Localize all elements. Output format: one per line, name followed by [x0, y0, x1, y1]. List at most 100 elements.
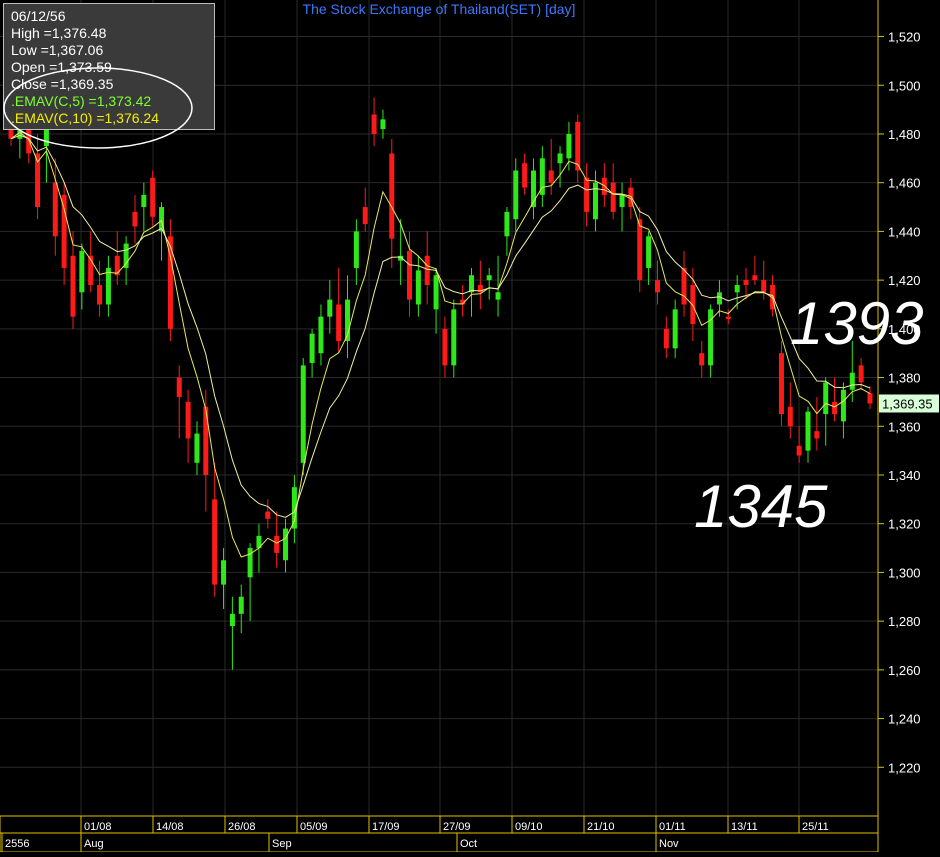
- candle-body: [566, 133, 572, 159]
- candle-body: [203, 406, 209, 475]
- x-tick-label: 01/11: [659, 821, 686, 833]
- candle-body: [858, 365, 864, 383]
- candle-body: [132, 211, 138, 227]
- candle-body: [663, 328, 669, 349]
- candle-body: [814, 431, 820, 439]
- month-label: Sep: [272, 838, 292, 850]
- candle-body: [734, 284, 740, 293]
- candle-body: [867, 393, 873, 404]
- info-low: Low =1,367.06: [11, 42, 104, 58]
- candle-body: [433, 275, 439, 310]
- candle-body: [327, 299, 333, 317]
- candle-body: [823, 382, 829, 415]
- candle-body: [212, 499, 218, 585]
- y-tick-label: 1,420: [888, 273, 921, 288]
- y-tick-label: 1,240: [888, 712, 921, 727]
- annotation-upper: 1393: [790, 290, 924, 357]
- candle-body: [70, 255, 76, 317]
- candle-body: [690, 284, 696, 324]
- last-price-label: 1,369.35: [882, 396, 933, 411]
- candle-body: [787, 406, 793, 427]
- y-tick-label: 1,280: [888, 614, 921, 629]
- y-tick-label: 1,260: [888, 663, 921, 678]
- candle-body: [229, 613, 235, 627]
- month-label: Nov: [659, 838, 679, 850]
- x-tick-label: 25/11: [802, 821, 829, 833]
- candle-body: [743, 280, 749, 285]
- candle-body: [557, 153, 563, 164]
- candle-body: [61, 194, 67, 268]
- candle-body: [442, 328, 448, 366]
- candle-body: [725, 316, 731, 320]
- candle-body: [468, 275, 474, 293]
- candle-body: [575, 121, 581, 171]
- candle-body: [832, 401, 838, 415]
- candle-body: [389, 153, 395, 239]
- x-tick-label: 01/08: [84, 821, 112, 833]
- month-label: 2556: [5, 838, 29, 850]
- candle-body: [52, 182, 58, 237]
- info-highlight-ellipse: [3, 67, 193, 149]
- candle-body: [79, 250, 85, 293]
- candle-body: [105, 267, 111, 305]
- candle-body: [548, 170, 554, 183]
- candle-body: [681, 267, 687, 305]
- candle-body: [371, 114, 377, 134]
- candle-body: [300, 365, 306, 463]
- candle-body: [185, 401, 191, 439]
- candle-body: [407, 250, 413, 300]
- candle-body: [584, 177, 590, 212]
- candle-body: [114, 255, 120, 276]
- candle-body: [486, 275, 492, 281]
- candle-body: [504, 211, 510, 237]
- y-tick-label: 1,500: [888, 78, 921, 93]
- y-tick-label: 1,340: [888, 468, 921, 483]
- x-tick-label: 21/10: [587, 821, 615, 833]
- x-tick-label: 26/08: [228, 821, 256, 833]
- candle-body: [318, 316, 324, 354]
- candle-body: [97, 284, 103, 305]
- candle-body: [796, 445, 802, 456]
- x-tick-label: 13/11: [731, 821, 758, 833]
- candle-body: [336, 304, 342, 342]
- candle-body: [176, 377, 182, 398]
- x-tick-label: 05/09: [300, 821, 328, 833]
- candle-body: [646, 236, 652, 268]
- y-tick-label: 1,220: [888, 760, 921, 775]
- candle-body: [699, 353, 705, 366]
- candle-body: [654, 280, 660, 293]
- x-tick-label: 14/08: [156, 821, 184, 833]
- candle-body: [141, 194, 147, 208]
- y-tick-label: 1,300: [888, 565, 921, 580]
- candle-body: [522, 163, 528, 188]
- info-date: 06/12/56: [11, 8, 66, 24]
- candle-body: [716, 292, 722, 305]
- candle-body: [380, 119, 386, 130]
- candle-body: [752, 275, 758, 281]
- candle-body: [805, 411, 811, 451]
- candle-body: [309, 333, 315, 363]
- candle-body: [274, 535, 280, 553]
- candle-body: [353, 231, 359, 268]
- candle-body: [221, 560, 227, 585]
- info-high: High =1,376.48: [11, 25, 107, 41]
- candle-body: [513, 170, 519, 220]
- stock-chart: 1,220 1,240 1,260 1,280 1,300 1,320 1,340 1,360…: [0, 0, 940, 853]
- candle-body: [451, 309, 457, 366]
- candle-body: [610, 182, 616, 212]
- candle-body: [238, 596, 244, 614]
- candle-body: [283, 528, 289, 561]
- candle-body: [415, 270, 421, 305]
- candle-body: [849, 372, 855, 390]
- candle-body: [123, 243, 129, 268]
- y-tick-label: 1,320: [888, 517, 921, 532]
- y-tick-label: 1,480: [888, 127, 921, 142]
- y-tick-label: 1,380: [888, 371, 921, 386]
- month-label: Aug: [84, 838, 104, 850]
- y-tick-label: 1,460: [888, 176, 921, 191]
- candle-body: [840, 389, 846, 422]
- candle-body: [362, 207, 368, 225]
- x-tick-label: 17/09: [372, 821, 400, 833]
- month-label: Oct: [460, 838, 477, 850]
- candle-body: [150, 177, 156, 217]
